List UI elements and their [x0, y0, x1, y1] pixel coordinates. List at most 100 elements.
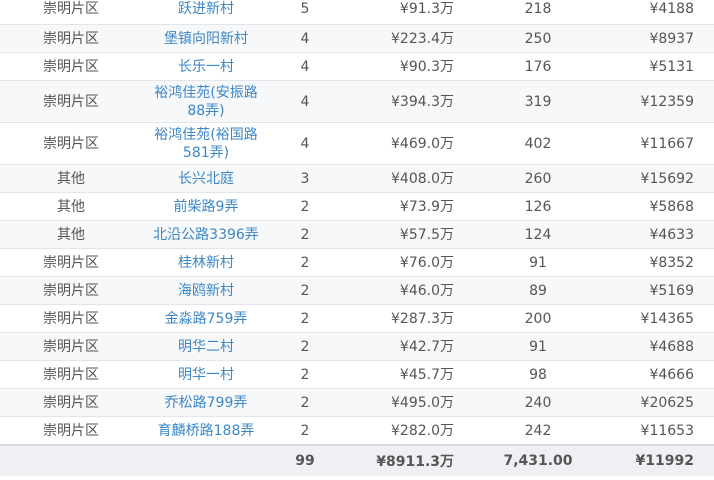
listing-count-cell: 2	[270, 388, 340, 417]
community-cell: 桂林新村	[142, 248, 270, 277]
total-price-cell: ¥287.3万	[340, 304, 488, 333]
community-link[interactable]: 长兴北庭	[178, 171, 234, 187]
community-link[interactable]: 明华一村	[178, 367, 234, 383]
total-price-cell: ¥73.9万	[340, 192, 488, 221]
table-row: 其他 长兴北庭 3 ¥408.0万 260 ¥15692	[0, 164, 714, 193]
area-size-cell: 250	[488, 24, 588, 53]
community-link[interactable]: 跃进新村	[178, 1, 234, 17]
listing-count-cell: 4	[270, 80, 340, 123]
total-price-cell: ¥46.0万	[340, 276, 488, 305]
community-cell: 金淼路759弄	[142, 304, 270, 333]
unit-price-cell: ¥4666	[588, 360, 714, 389]
table-row: 其他 前柴路9弄 2 ¥73.9万 126 ¥5868	[0, 192, 714, 221]
listing-count-cell: 2	[270, 276, 340, 305]
listing-count-cell: 4	[270, 52, 340, 81]
community-cell: 海鸥新村	[142, 276, 270, 305]
community-link[interactable]: 桂林新村	[178, 255, 234, 271]
area-size-cell: 89	[488, 276, 588, 305]
listing-count-cell: 2	[270, 332, 340, 361]
area-cell: 崇明片区	[0, 248, 142, 277]
community-link[interactable]: 北沿公路3396弄	[153, 227, 259, 243]
unit-price-cell: ¥4188	[649, 1, 694, 17]
community-link[interactable]: 金淼路759弄	[165, 311, 248, 327]
table-row: 崇明片区 明华二村 2 ¥42.7万 91 ¥4688	[0, 332, 714, 361]
community-cell: 裕鸿佳苑(裕国路581弄)	[142, 122, 270, 165]
total-price-cell: ¥45.7万	[340, 360, 488, 389]
area-size-cell: 319	[488, 80, 588, 123]
listing-count-cell: 4	[270, 122, 340, 165]
unit-price-cell: ¥4688	[588, 332, 714, 361]
listing-count-cell: 3	[270, 164, 340, 193]
table-row: 其他 北沿公路3396弄 2 ¥57.5万 124 ¥4633	[0, 220, 714, 249]
unit-price-cell: ¥5169	[588, 276, 714, 305]
listing-count-cell: 2	[270, 248, 340, 277]
area-cell: 其他	[0, 164, 142, 193]
community-cell: 乔松路799弄	[142, 388, 270, 417]
community-cell: 前柴路9弄	[142, 192, 270, 221]
area-cell: 其他	[0, 220, 142, 249]
table-row: 崇明片区 乔松路799弄 2 ¥495.0万 240 ¥20625	[0, 388, 714, 417]
listing-count-cell: 4	[270, 24, 340, 53]
area-cell: 崇明片区	[0, 416, 142, 445]
community-link[interactable]: 长乐一村	[178, 59, 234, 75]
table-body: 崇明片区 跃进新村 5 ¥91.3万 218 ¥4188 崇明片区 堡镇向阳新村 4 ¥223.4…	[0, 0, 714, 445]
totals-row: 99 ¥8911.3万 7,431.00 ¥11992	[0, 444, 714, 476]
listing-count-cell: 2	[270, 220, 340, 249]
total-price-cell: ¥408.0万	[340, 164, 488, 193]
table-row: 崇明片区 金淼路759弄 2 ¥287.3万 200 ¥14365	[0, 304, 714, 333]
total-price-cell: ¥469.0万	[340, 122, 488, 165]
area-size-cell: 91	[488, 332, 588, 361]
area-cell: 崇明片区	[0, 276, 142, 305]
totals-count: 99	[270, 444, 340, 476]
listing-count-cell: 2	[270, 192, 340, 221]
community-link[interactable]: 育麟桥路188弄	[158, 423, 255, 439]
unit-price-cell: ¥5131	[588, 52, 714, 81]
total-price-cell: ¥394.3万	[340, 80, 488, 123]
totals-area	[0, 444, 142, 476]
totals-unit-price: ¥11992	[588, 444, 714, 476]
table-row: 崇明片区 堡镇向阳新村 4 ¥223.4万 250 ¥8937	[0, 24, 714, 53]
area-size-cell: 176	[488, 52, 588, 81]
unit-price-cell: ¥4633	[588, 220, 714, 249]
community-link[interactable]: 裕鸿佳苑(裕国路581弄)	[154, 127, 257, 161]
area-size-cell: 200	[488, 304, 588, 333]
area-size-cell: 98	[488, 360, 588, 389]
table-row: 崇明片区 裕鸿佳苑(安振路88弄) 4 ¥394.3万 319 ¥12359	[0, 80, 714, 123]
area-cell: 崇明片区	[0, 122, 142, 165]
listing-count-cell: 5	[300, 1, 310, 17]
total-price-cell: ¥57.5万	[340, 220, 488, 249]
table-row: 崇明片区 明华一村 2 ¥45.7万 98 ¥4666	[0, 360, 714, 389]
unit-price-cell: ¥11667	[588, 122, 714, 165]
area-size-cell: 218	[524, 1, 552, 17]
community-link[interactable]: 裕鸿佳苑(安振路88弄)	[154, 85, 257, 119]
area-cell: 崇明片区	[43, 1, 99, 17]
community-link[interactable]: 前柴路9弄	[174, 199, 239, 215]
listing-table: 崇明片区 跃进新村 5 ¥91.3万 218 ¥4188 崇明片区 堡镇向阳新村 4 ¥223.4…	[0, 0, 714, 476]
table-row: 崇明片区 育麟桥路188弄 2 ¥282.0万 242 ¥11653	[0, 416, 714, 445]
community-cell: 北沿公路3396弄	[142, 220, 270, 249]
table-row: 崇明片区 跃进新村 5 ¥91.3万 218 ¥4188	[0, 0, 714, 25]
area-cell: 崇明片区	[0, 24, 142, 53]
unit-price-cell: ¥15692	[588, 164, 714, 193]
community-cell: 明华二村	[142, 332, 270, 361]
table-row: 崇明片区 桂林新村 2 ¥76.0万 91 ¥8352	[0, 248, 714, 277]
area-cell: 崇明片区	[0, 80, 142, 123]
community-link[interactable]: 海鸥新村	[178, 283, 234, 299]
listing-count-cell: 2	[270, 304, 340, 333]
total-price-cell: ¥223.4万	[340, 24, 488, 53]
area-size-cell: 402	[488, 122, 588, 165]
area-size-cell: 124	[488, 220, 588, 249]
community-cell: 育麟桥路188弄	[142, 416, 270, 445]
total-price-cell: ¥42.7万	[340, 332, 488, 361]
area-size-cell: 242	[488, 416, 588, 445]
unit-price-cell: ¥12359	[588, 80, 714, 123]
community-link[interactable]: 堡镇向阳新村	[164, 31, 248, 47]
community-link[interactable]: 乔松路799弄	[165, 395, 248, 411]
area-cell: 其他	[0, 192, 142, 221]
area-cell: 崇明片区	[0, 388, 142, 417]
community-link[interactable]: 明华二村	[178, 339, 234, 355]
area-cell: 崇明片区	[0, 52, 142, 81]
total-price-cell: ¥91.3万	[399, 1, 454, 17]
community-cell: 长兴北庭	[142, 164, 270, 193]
community-cell: 跃进新村	[142, 0, 270, 25]
